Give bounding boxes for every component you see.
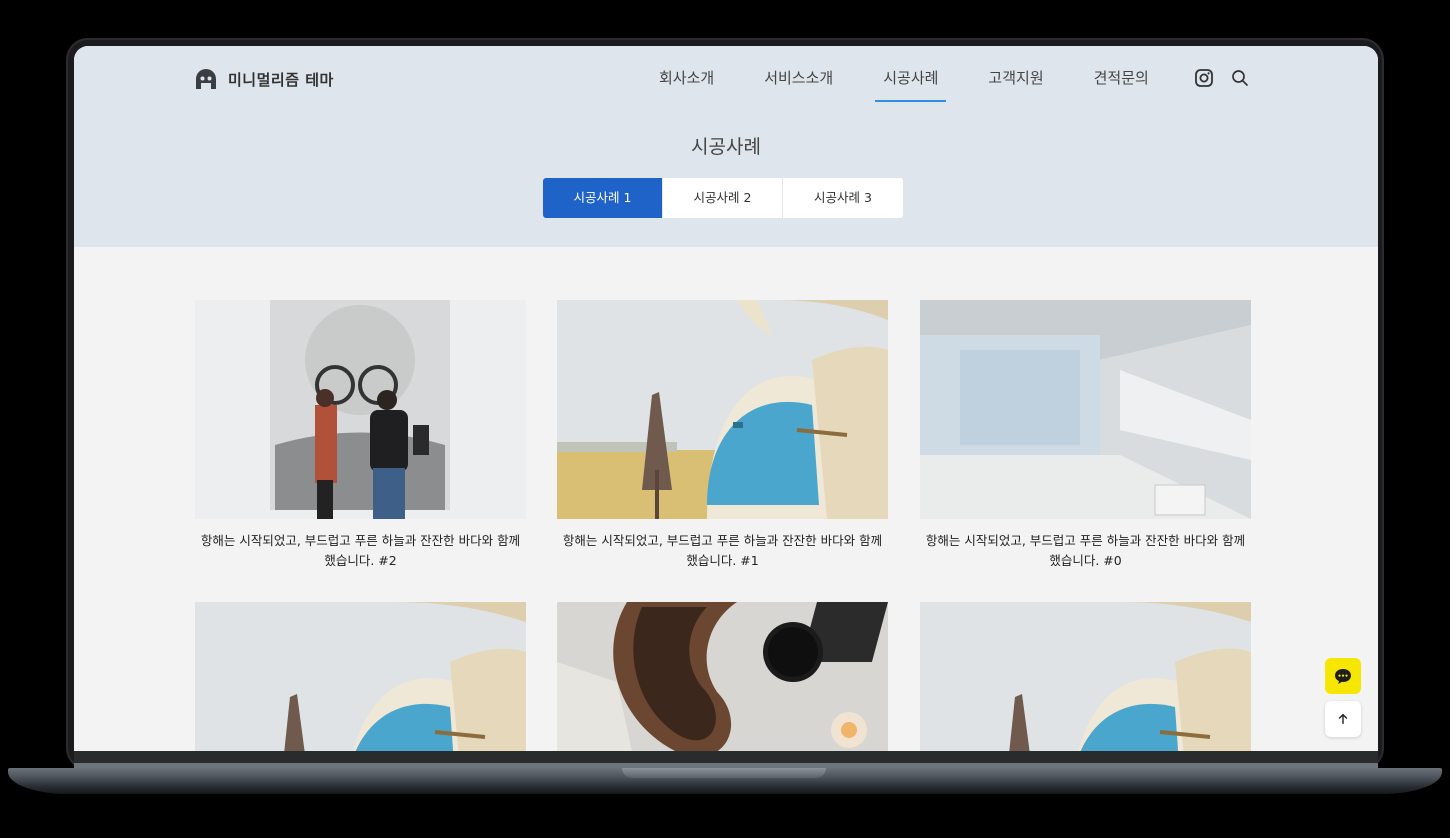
tab-case-1[interactable]: 시공사례 1 [543,178,663,218]
logo-text: 미니멀리즘 테마 [228,70,334,89]
gallery-caption: 항해는 시작되었고, 부드럽고 푸른 하늘과 잔잔한 바다와 함께 했습니다. … [562,533,883,568]
nav-item-support[interactable]: 고객지원 [963,46,1068,104]
chat-button[interactable] [1325,658,1361,694]
scroll-top-button[interactable] [1325,701,1361,737]
laptop-hinge [74,751,1378,768]
nav-item-estimate[interactable]: 견적문의 [1069,46,1174,104]
gallery-visitors-image[interactable] [195,300,526,519]
browser-screen: 미니멀리즘 테마 회사소개 서비스소개 시공사례 고객지원 견적문의 시공사례 … [74,46,1378,751]
blue-dome-terrace-image[interactable] [557,300,888,519]
logo-icon [196,69,216,89]
site-logo[interactable]: 미니멀리즘 테마 [194,68,334,90]
gallery-caption: 항해는 시작되었고, 부드럽고 푸른 하늘과 잔잔한 바다와 함께 했습니다. … [925,533,1246,568]
instagram-icon[interactable] [1194,68,1214,88]
blue-dome-terrace-image[interactable] [195,602,526,751]
page-header: 미니멀리즘 테마 회사소개 서비스소개 시공사례 고객지원 견적문의 시공사례 … [74,46,1378,247]
stone-bowl-candle-image[interactable] [557,602,888,751]
laptop-notch [622,768,826,778]
nav-item-cases[interactable]: 시공사례 [858,46,963,104]
empty-white-room-image[interactable] [920,300,1251,519]
gallery-caption: 항해는 시작되었고, 부드럽고 푸른 하늘과 잔잔한 바다와 함께 했습니다. … [200,533,521,568]
case-tabs: 시공사례 1 시공사례 2 시공사례 3 [543,178,903,218]
blue-dome-terrace-image[interactable] [920,602,1251,751]
tab-case-2[interactable]: 시공사례 2 [663,178,783,218]
page-title: 시공사례 [691,136,761,158]
arrow-up-icon [1338,713,1348,725]
gallery-card[interactable]: 항해는 시작되었고, 부드럽고 푸른 하늘과 잔잔한 바다와 함께 했습니다. … [920,300,1251,571]
chat-icon [1335,669,1351,684]
search-icon[interactable] [1230,68,1250,88]
nav-item-about[interactable]: 회사소개 [634,46,739,104]
nav-icons [1194,68,1250,88]
gallery-card[interactable]: 항해는 시작되었고, 부드럽고 푸른 하늘과 잔잔한 바다와 함께 했습니다. … [557,300,888,571]
gallery-card[interactable]: 항해는 시작되었고, 부드럽고 푸른 하늘과 잔잔한 바다와 함께 했습니다. … [195,300,526,571]
gallery-card[interactable] [557,602,888,751]
gallery-card[interactable] [195,602,526,751]
nav-item-services[interactable]: 서비스소개 [739,46,858,104]
tab-case-3[interactable]: 시공사례 3 [783,178,903,218]
gallery-card[interactable] [920,602,1251,751]
main-nav: 회사소개 서비스소개 시공사례 고객지원 견적문의 [634,46,1174,104]
